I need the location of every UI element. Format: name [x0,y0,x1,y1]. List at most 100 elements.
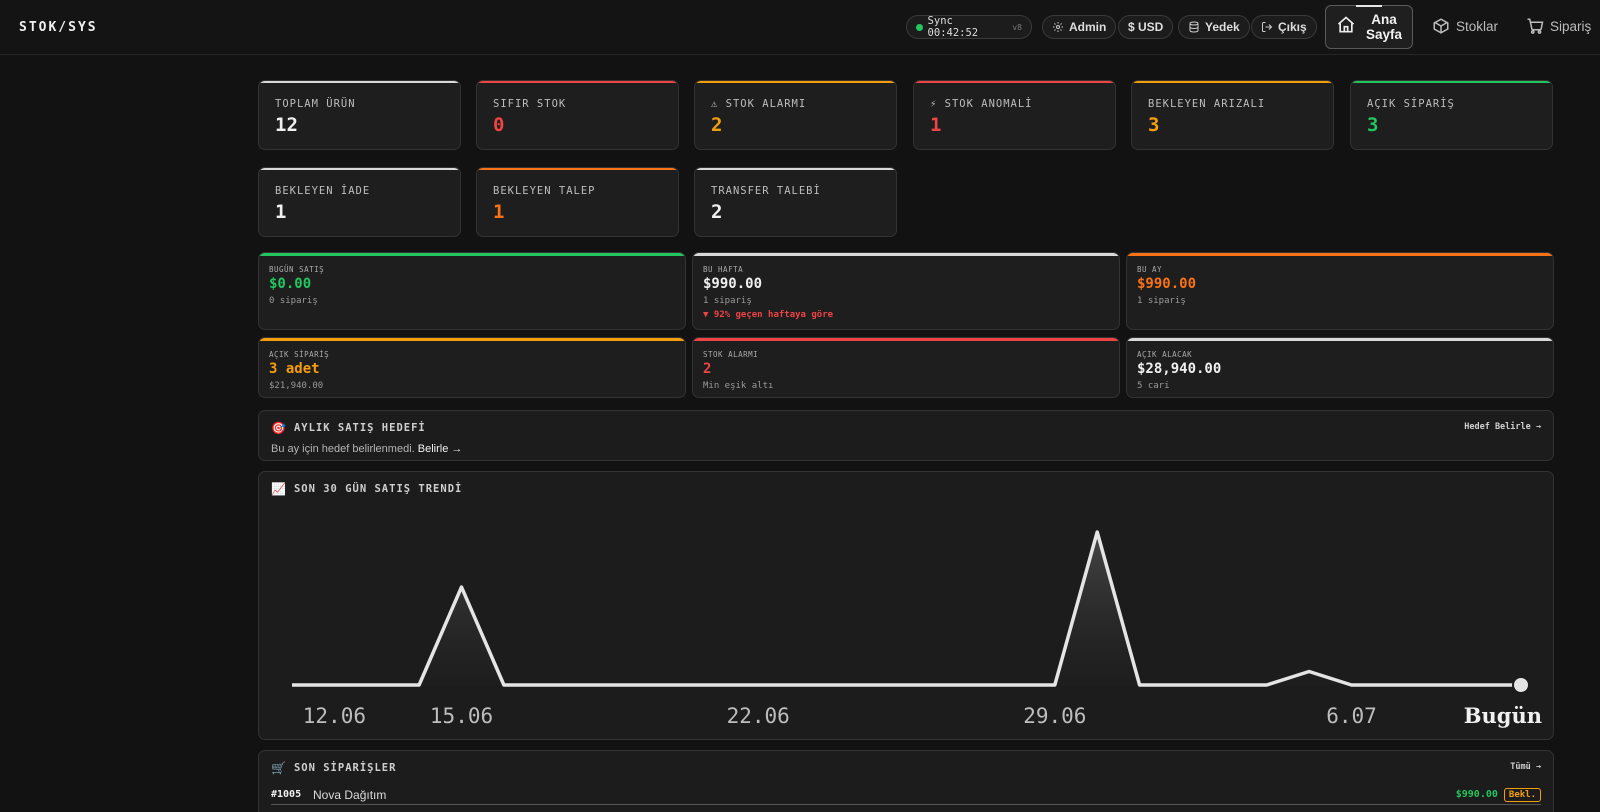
stat-card[interactable]: BEKLEYEN TALEP 1 [476,167,679,237]
nav-stocks[interactable]: Stoklar [1432,17,1498,35]
goal-set-link[interactable]: Belirle → [418,443,463,455]
stat-value: 3 [1148,114,1160,136]
stat-card[interactable]: TRANSFER TALEBİ 2 [694,167,897,237]
summary-label: BUGÜN SATIŞ [269,265,325,274]
stat-value: 1 [493,201,505,223]
stat-card[interactable]: ⚠ STOK ALARMI 2 [694,80,897,150]
goal-title-text: AYLIK SATIŞ HEDEFİ [293,422,426,434]
x-tick-label: 29.06 [1023,704,1086,728]
nav-active-indicator [1356,5,1382,7]
top-bar: STOK/SYS Sync 00:42:52 v8 Admin $ USD Ye… [0,0,1600,55]
summary-accent-bar [693,253,1119,256]
stat-card[interactable]: BEKLEYEN ARIZALI 3 [1131,80,1334,150]
admin-button[interactable]: Admin [1042,15,1117,39]
goal-title: 🎯 AYLIK SATIŞ HEDEFİ [271,421,426,435]
admin-label: Admin [1069,20,1107,34]
logout-label: Çıkış [1278,20,1307,34]
stat-value: 3 [1367,114,1379,136]
goal-message-text: Bu ay için hedef belirlenmedi. [271,443,415,455]
order-id: #1005 [271,789,302,800]
all-orders-link[interactable]: Tümü → [1510,762,1541,772]
logout-button[interactable]: Çıkış [1251,15,1317,39]
order-row[interactable]: #1005 Nova Dağıtım $990.00 Bekl. [271,785,1541,805]
summary-sub: 1 sipariş [1137,296,1186,306]
set-goal-link[interactable]: Hedef Belirle → [1464,422,1541,432]
nav-home[interactable]: Ana Sayfa [1325,5,1413,49]
summary-accent-bar [259,253,685,256]
summary-accent-bar [1127,253,1553,256]
x-tick-label: 22.06 [727,704,790,728]
summary-label: AÇIK ALACAK [1137,350,1193,359]
summary-accent-bar [1127,338,1553,341]
summary-card[interactable]: STOK ALARMI 2 Min eşik altı [692,337,1120,398]
stat-accent-bar [477,81,678,83]
recent-orders-panel: 🛒 SON SİPARİŞLER Tümü → #1005 Nova Dağıt… [258,750,1554,812]
cart-emoji-icon: 🛒 [271,761,287,775]
stat-accent-bar [259,81,460,83]
summary-sub: $21,940.00 [269,381,324,391]
summary-value: $990.00 [1137,276,1197,292]
stat-card[interactable]: SIFIR STOK 0 [476,80,679,150]
stat-value: 2 [711,114,723,136]
stat-label: BEKLEYEN İADE [275,185,371,197]
stat-accent-bar [259,168,460,170]
stat-card[interactable]: AÇIK SİPARİŞ 3 [1350,80,1553,150]
sync-status-dot [916,23,923,31]
stat-label: BEKLEYEN TALEP [493,185,596,197]
order-customer: Nova Dağıtım [313,787,387,802]
app-logo[interactable]: STOK/SYS [19,20,98,35]
summary-card[interactable]: AÇIK SİPARİŞ 3 adet $21,940.00 [258,337,686,398]
summary-card[interactable]: BU HAFTA $990.00 1 sipariş ▼ 92% geçen haft… [692,252,1120,330]
stat-label: ⚡ STOK ANOMALİ [930,98,1033,110]
stat-label: BEKLEYEN ARIZALI [1148,98,1266,110]
currency-label: $ USD [1128,20,1164,34]
trend-point [1512,676,1530,694]
summary-card[interactable]: AÇIK ALACAK $28,940.00 5 cari [1126,337,1554,398]
summary-card[interactable]: BU AY $990.00 1 sipariş [1126,252,1554,330]
summary-card[interactable]: BUGÜN SATIŞ $0.00 0 sipariş [258,252,686,330]
stat-label: TRANSFER TALEBİ [711,185,821,197]
sales-trend-panel: 📈 SON 30 GÜN SATIŞ TRENDİ 12.06 15.06 22.0… [258,471,1554,740]
nav-orders-label: Sipariş [1550,18,1592,34]
stat-accent-bar [695,168,896,170]
x-tick-label: 12.06 [303,704,366,728]
backup-button[interactable]: Yedek [1178,15,1250,39]
nav-orders[interactable]: Sipariş [1526,17,1591,35]
summary-sub: 5 cari [1137,381,1170,391]
goal-message: Bu ay için hedef belirlenmedi. Belirle → [271,443,462,455]
summary-sub: Min eşik altı [703,381,774,391]
stat-card[interactable]: ⚡ STOK ANOMALİ 1 [913,80,1116,150]
stat-accent-bar [695,81,896,83]
gear-icon [1052,21,1064,33]
home-icon [1336,15,1356,40]
stat-label: AÇIK SİPARİŞ [1367,98,1455,110]
target-icon: 🎯 [271,421,287,435]
summary-label: STOK ALARMI [703,350,759,359]
summary-label: BU AY [1137,265,1163,274]
stat-accent-bar [477,168,678,170]
summary-delta: ▼ 92% geçen haftaya göre [703,310,834,320]
stat-label: ⚠ STOK ALARMI [711,98,807,110]
summary-sub: 1 sipariş [703,296,752,306]
database-icon [1188,21,1200,33]
stat-card[interactable]: BEKLEYEN İADE 1 [258,167,461,237]
monthly-goal-panel: 🎯 AYLIK SATIŞ HEDEFİ Hedef Belirle → Bu … [258,410,1554,461]
box-icon [1432,17,1450,35]
stat-value: 0 [493,114,505,136]
summary-value: $990.00 [703,276,763,292]
stat-accent-bar [1132,81,1333,83]
nav-stocks-label: Stoklar [1456,18,1499,34]
sync-version: v8 [1012,22,1022,32]
summary-label: BU HAFTA [703,265,744,274]
sales-trend-chart: 12.06 15.06 22.06 29.06 6.07 Bugün [292,530,1542,728]
currency-button[interactable]: $ USD [1118,15,1174,39]
order-status-badge: Bekl. [1503,787,1541,802]
summary-value: $0.00 [269,276,312,292]
orders-title: 🛒 SON SİPARİŞLER [271,761,396,775]
summary-value: 3 adet [269,361,320,377]
stat-label: SIFIR STOK [493,98,567,110]
stat-card[interactable]: TOPLAM ÜRÜN 12 [258,80,461,150]
summary-sub: 0 sipariş [269,296,318,306]
stat-accent-bar [914,81,1115,83]
x-tick-label: Bugün [1464,703,1542,728]
